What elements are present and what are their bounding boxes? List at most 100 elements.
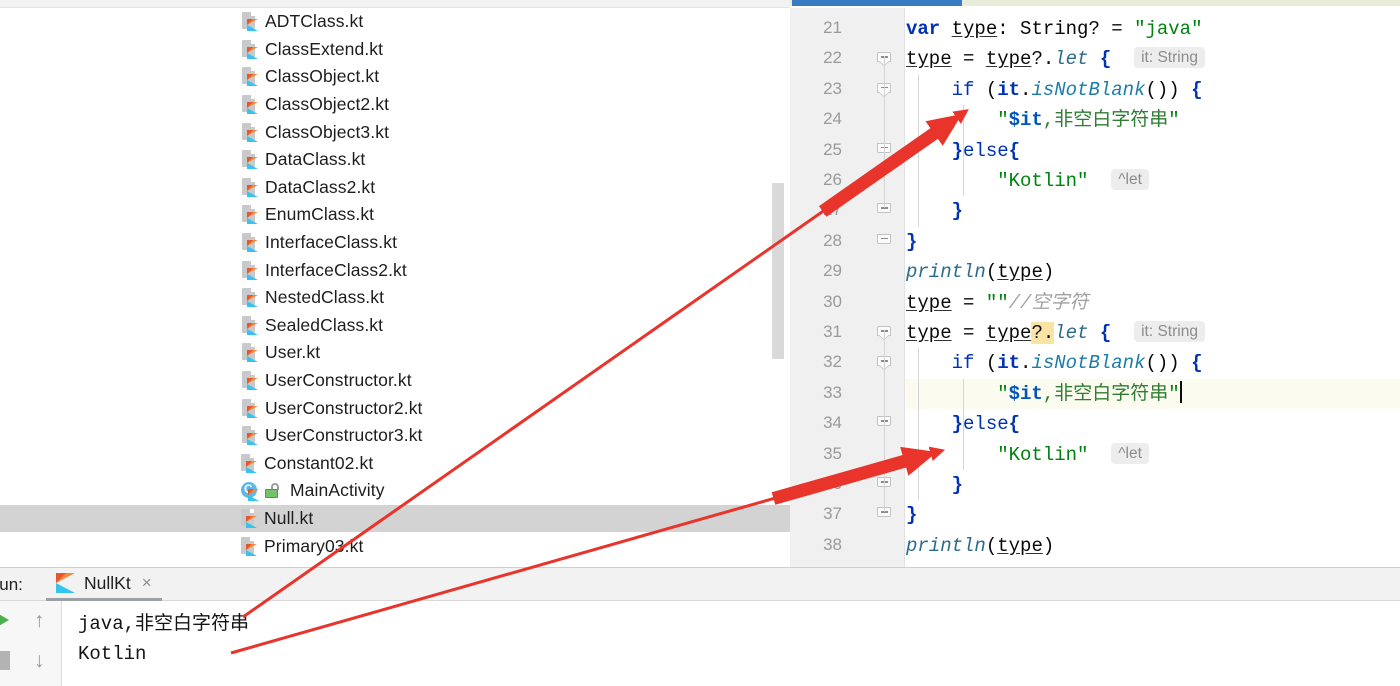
tree-item-label: ClassObject3.kt <box>265 121 390 142</box>
code-line-35[interactable]: "Kotlin" ^let <box>906 440 1400 470</box>
tree-item-label: User.kt <box>265 342 321 363</box>
console-line: java,非空白字符串 <box>78 613 250 635</box>
tree-item-primary03-kt[interactable]: Primary03.kt <box>0 532 790 560</box>
tree-item-mainactivity[interactable]: MainActivity <box>0 477 790 505</box>
run-label: Run: <box>0 575 23 594</box>
indent-guide <box>918 74 919 227</box>
kotlin-file-icon <box>241 398 258 418</box>
kotlin-file-icon <box>240 536 257 556</box>
kotlin-file-icon <box>240 453 257 473</box>
line-number: 33 <box>823 382 842 402</box>
code-line-29[interactable]: println(type) <box>906 257 1400 287</box>
editor-vertical-scrollbar-thumb[interactable] <box>772 183 784 359</box>
code-line-36[interactable]: } <box>906 470 1400 500</box>
line-number: 22 <box>823 48 842 68</box>
tree-item-constant02-kt[interactable]: Constant02.kt <box>0 450 790 478</box>
console-output[interactable]: java,非空白字符串 Kotlin <box>62 601 1400 686</box>
code-line-37[interactable]: } <box>906 500 1400 530</box>
code-line-22[interactable]: type = type?.let { it: String <box>906 44 1400 74</box>
editor-gutter[interactable]: 21 22 23 24 25 26 27 28 29 30 31 32 33 34 35 36 37 38 <box>772 8 905 567</box>
close-icon[interactable]: × <box>142 573 152 593</box>
tree-item-dataclass-kt[interactable]: DataClass.kt <box>0 146 790 174</box>
kotlin-class-icon <box>240 481 260 501</box>
tree-item-classobject3-kt[interactable]: ClassObject3.kt <box>0 118 790 146</box>
tree-item-interfaceclass-kt[interactable]: InterfaceClass.kt <box>0 229 790 257</box>
run-tool-window: Run: NullKt × ↑ ↓ java,非空白字符串 Kotlin <box>0 567 1400 686</box>
tree-item-label: ADTClass.kt <box>265 11 364 32</box>
code-line-33[interactable]: "$it,非空白字符串" <box>906 378 1400 410</box>
tree-item-label: DataClass2.kt <box>265 176 376 197</box>
tree-item-user-kt[interactable]: User.kt <box>0 339 790 367</box>
kotlin-file-icon <box>240 508 257 528</box>
tree-item-sealedclass-kt[interactable]: SealedClass.kt <box>0 312 790 340</box>
file-tree[interactable]: ADTClass.kt ClassExtend.kt ClassObject.kt C… <box>0 8 790 560</box>
kotlin-file-icon <box>241 343 258 363</box>
code-line-26[interactable]: "Kotlin" ^let <box>906 166 1400 196</box>
tree-item-label: UserConstructor.kt <box>265 370 412 391</box>
tree-item-userconstructor2-kt[interactable]: UserConstructor2.kt <box>0 394 790 422</box>
tab-nullkt[interactable]: NullKt × <box>46 568 162 601</box>
kotlin-file-icon <box>241 205 258 225</box>
tree-item-label: UserConstructor2.kt <box>265 397 423 418</box>
tree-item-label: ClassObject.kt <box>265 66 380 87</box>
line-number: 34 <box>823 413 842 433</box>
code-fold-end-icon[interactable] <box>877 233 892 249</box>
editor-horizontal-scrollbar-thumb[interactable] <box>792 0 962 6</box>
run-icon[interactable] <box>0 610 9 630</box>
tab-label: NullKt <box>84 572 131 593</box>
indent-guide <box>918 348 919 501</box>
code-editor[interactable]: 21 22 23 24 25 26 27 28 29 30 31 32 33 34 35 36 37 38 var… <box>772 0 1400 567</box>
stop-icon[interactable] <box>0 651 10 670</box>
kotlin-file-icon <box>241 122 258 142</box>
line-number: 27 <box>823 200 842 220</box>
kotlin-file-icon <box>241 177 258 197</box>
kotlin-file-icon <box>241 67 258 87</box>
editor-code-area[interactable]: var type: String? = "java" type = type?.l… <box>906 8 1400 567</box>
tree-item-label: ClassExtend.kt <box>265 38 384 59</box>
tree-item-enumclass-kt[interactable]: EnumClass.kt <box>0 201 790 229</box>
code-line-38[interactable]: println(type) <box>906 531 1400 561</box>
tree-item-label: UserConstructor3.kt <box>265 425 423 446</box>
fold-connector-line <box>883 56 885 209</box>
code-line-34[interactable]: }else{ <box>906 409 1400 439</box>
tree-item-interfaceclass2-kt[interactable]: InterfaceClass2.kt <box>0 256 790 284</box>
scroll-up-icon[interactable]: ↑ <box>34 609 45 633</box>
project-tree-panel: ADTClass.kt ClassExtend.kt ClassObject.kt C… <box>0 0 790 567</box>
tree-item-classobject2-kt[interactable]: ClassObject2.kt <box>0 91 790 119</box>
tree-item-dataclass2-kt[interactable]: DataClass2.kt <box>0 174 790 202</box>
tree-item-nestedclass-kt[interactable]: NestedClass.kt <box>0 284 790 312</box>
indent-guide <box>963 105 964 197</box>
line-number: 30 <box>823 291 842 311</box>
tree-item-classextend-kt[interactable]: ClassExtend.kt <box>0 36 790 64</box>
tree-item-adtclass-kt[interactable]: ADTClass.kt <box>0 8 790 36</box>
console-line: Kotlin <box>78 643 147 665</box>
tree-item-null-kt[interactable]: Null.kt <box>0 504 790 533</box>
code-line-27[interactable]: } <box>906 196 1400 226</box>
code-line-30[interactable]: type = ""//空字符 <box>906 288 1400 318</box>
code-line-23[interactable]: if (it.isNotBlank()) { <box>906 75 1400 105</box>
tree-item-userconstructor3-kt[interactable]: UserConstructor3.kt <box>0 422 790 450</box>
kotlin-file-icon <box>241 39 258 59</box>
tree-item-label: InterfaceClass2.kt <box>265 259 407 280</box>
code-line-32[interactable]: if (it.isNotBlank()) { <box>906 348 1400 378</box>
code-line-21[interactable]: var type: String? = "java" <box>906 14 1400 44</box>
kotlin-file-icon <box>241 233 258 253</box>
code-line-24[interactable]: "$it,非空白字符串" <box>906 105 1400 135</box>
code-line-31[interactable]: type = type?.let { it: String <box>906 318 1400 348</box>
tree-item-label: MainActivity <box>290 480 385 501</box>
line-number: 26 <box>823 170 842 189</box>
tree-item-label: Primary03.kt <box>264 535 364 556</box>
tree-item-label: DataClass.kt <box>265 149 366 170</box>
kotlin-file-icon <box>241 315 258 335</box>
kotlin-file-icon <box>241 95 258 115</box>
code-line-28[interactable]: } <box>906 227 1400 257</box>
code-line-25[interactable]: }else{ <box>906 136 1400 166</box>
kotlin-file-icon <box>241 371 258 391</box>
line-number: 37 <box>823 504 842 524</box>
line-number: 36 <box>823 474 842 493</box>
tree-item-classobject-kt[interactable]: ClassObject.kt <box>0 63 790 91</box>
editor-horizontal-scrollbar-track[interactable] <box>790 0 1400 6</box>
kotlin-file-icon <box>241 150 258 170</box>
scroll-down-icon[interactable]: ↓ <box>34 649 45 673</box>
tree-item-userconstructor-kt[interactable]: UserConstructor.kt <box>0 367 790 395</box>
